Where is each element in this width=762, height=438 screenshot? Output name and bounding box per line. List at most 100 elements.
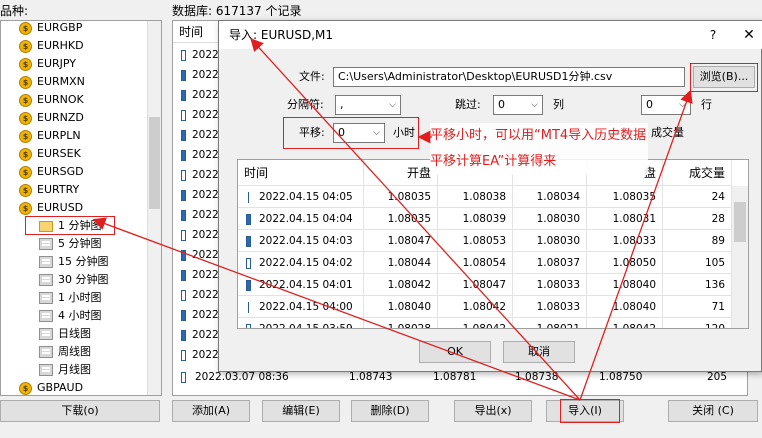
row-time: 2022 bbox=[192, 49, 219, 61]
grid-cell-close: 1.08040 bbox=[587, 274, 663, 296]
import-button-highlight bbox=[560, 399, 620, 423]
close-button[interactable]: 关闭 (C) bbox=[668, 400, 758, 422]
grid-cell-high: 1.08053 bbox=[438, 230, 513, 252]
grid-cell-low: 1.08033 bbox=[513, 296, 587, 318]
candle-icon bbox=[181, 349, 186, 361]
grid-cell-value: 2022.04.15 04:05 bbox=[259, 191, 353, 203]
grid-header-time[interactable]: 时间 bbox=[238, 160, 364, 186]
tree-item-eursek[interactable]: $ EURSEK bbox=[19, 145, 81, 163]
tree-item-eursgd[interactable]: $ EURSGD bbox=[19, 163, 84, 181]
preview-grid[interactable]: 时间 开盘 盘 成交量 2022.04.15 04:05 1.08035 1.080… bbox=[237, 159, 749, 329]
grid-cell-value: 1.08050 bbox=[612, 257, 656, 269]
currency-icon: $ bbox=[19, 381, 32, 395]
grid-cell-high: 1.08042 bbox=[438, 318, 513, 329]
tree-item-eurgbp[interactable]: $ EURGBP bbox=[19, 21, 82, 37]
candle-icon bbox=[181, 289, 186, 301]
grid-header-open[interactable]: 开盘 bbox=[364, 160, 438, 186]
grid-cell-value: 1.08053 bbox=[462, 235, 506, 247]
grid-cell-value: 1.08035 bbox=[387, 213, 431, 225]
ok-button[interactable]: OK bbox=[419, 341, 491, 363]
tree-item-eurusd[interactable]: $ EURUSD bbox=[19, 199, 83, 217]
chart-icon bbox=[39, 310, 53, 322]
grid-row[interactable]: 2022.04.15 03:59 1.08028 1.08042 1.08021 1.0… bbox=[238, 318, 748, 329]
add-button[interactable]: 添加(A) bbox=[172, 400, 250, 422]
tree-item-1-小时图[interactable]: 1 小时图 bbox=[39, 289, 102, 307]
tree-item-15-分钟图[interactable]: 15 分钟图 bbox=[39, 253, 109, 271]
candle-icon bbox=[246, 323, 251, 328]
grid-cell-value: 1.08042 bbox=[387, 279, 431, 291]
grid-cell-value: 1.08031 bbox=[612, 213, 656, 225]
tree-item-eurnzd[interactable]: $ EURNZD bbox=[19, 109, 84, 127]
skip-columns-select[interactable]: 0 ⌵ bbox=[493, 95, 543, 115]
grid-cell-value: 1.08054 bbox=[462, 257, 506, 269]
grid-row[interactable]: 2022.04.15 04:02 1.08044 1.08054 1.08037 1.0… bbox=[238, 252, 748, 274]
tree-item-4-小时图[interactable]: 4 小时图 bbox=[39, 307, 102, 325]
skip-label: 跳过: bbox=[455, 98, 481, 111]
grid-cell-value: 1.08030 bbox=[536, 213, 580, 225]
candle-icon bbox=[246, 213, 251, 225]
delete-button[interactable]: 删除(D) bbox=[351, 400, 429, 422]
tree-item-gbpaud[interactable]: $ GBPAUD bbox=[19, 379, 83, 395]
tree-item-日线图[interactable]: 日线图 bbox=[39, 325, 91, 343]
chart-icon bbox=[39, 274, 53, 286]
tree-item-eurjpy[interactable]: $ EURJPY bbox=[19, 55, 76, 73]
grid-row[interactable]: 2022.04.15 04:01 1.08042 1.08047 1.08033 1.0… bbox=[238, 274, 748, 296]
import-dialog: 导入: EURUSD,M1 ? ✕ 文件: C:\Users\Administr… bbox=[218, 20, 762, 372]
chevron-down-icon: ⌵ bbox=[389, 100, 396, 110]
tree-item-月线图[interactable]: 月线图 bbox=[39, 361, 91, 379]
tree-item-eurtry[interactable]: $ EURTRY bbox=[19, 181, 79, 199]
grid-cell-open: 1.08035 bbox=[364, 186, 438, 208]
candle-icon bbox=[246, 279, 251, 291]
tree-item-eurnok[interactable]: $ EURNOK bbox=[19, 91, 84, 109]
grid-row[interactable]: 2022.04.15 04:00 1.08040 1.08042 1.08033 1.0… bbox=[238, 296, 748, 318]
tree-item-周线图[interactable]: 周线图 bbox=[39, 343, 91, 361]
tree-item-eurpln[interactable]: $ EURPLN bbox=[19, 127, 81, 145]
tree-item-30-分钟图[interactable]: 30 分钟图 bbox=[39, 271, 109, 289]
file-path-input[interactable]: C:\Users\Administrator\Desktop\EURUSD1分钟… bbox=[333, 67, 685, 87]
tree-scroll-thumb[interactable] bbox=[149, 117, 160, 209]
grid-cell-open: 1.08028 bbox=[364, 318, 438, 328]
tree-item-5-分钟图[interactable]: 5 分钟图 bbox=[39, 235, 102, 253]
grid-cell-volume: 120 bbox=[663, 318, 732, 328]
row-time: 2022 bbox=[192, 269, 219, 281]
tree-item-label: EURMXN bbox=[37, 75, 85, 88]
grid-scrollbar[interactable] bbox=[732, 186, 748, 328]
grid-cell-value: 1.08042 bbox=[462, 323, 506, 329]
grid-cell-volume: 28 bbox=[663, 208, 732, 230]
grid-row[interactable]: 2022.04.15 04:04 1.08035 1.08039 1.08030 1.0… bbox=[238, 208, 748, 230]
volume-checkbox-label[interactable]: 成交量 bbox=[651, 123, 684, 143]
grid-scroll-thumb[interactable] bbox=[734, 202, 746, 242]
tree-scrollbar[interactable] bbox=[147, 21, 161, 395]
close-icon[interactable]: ✕ bbox=[739, 21, 759, 49]
tree-item-label: 5 分钟图 bbox=[58, 237, 102, 250]
candle-icon bbox=[181, 169, 186, 181]
currency-icon: $ bbox=[19, 21, 32, 35]
currency-icon: $ bbox=[19, 129, 32, 143]
grid-cell-time: 2022.04.15 04:03 bbox=[238, 230, 364, 252]
tree-item-label: EURSGD bbox=[37, 165, 84, 178]
export-button[interactable]: 导出(x) bbox=[454, 400, 532, 422]
currency-icon: $ bbox=[19, 57, 32, 71]
skip-rows-select[interactable]: 0 ⌵ bbox=[641, 95, 691, 115]
row-time: 2022 bbox=[192, 229, 219, 241]
separator-select[interactable]: , ⌵ bbox=[335, 95, 401, 115]
grid-cell-value: 2022.04.15 04:01 bbox=[259, 279, 353, 291]
candle-icon bbox=[248, 191, 249, 203]
grid-cell-low: 1.08033 bbox=[513, 274, 587, 296]
grid-row[interactable]: 2022.04.15 04:05 1.08035 1.08038 1.08034 1.0… bbox=[238, 186, 748, 208]
tree-item-eurmxn[interactable]: $ EURMXN bbox=[19, 73, 85, 91]
grid-cell-value: 1.08044 bbox=[387, 257, 431, 269]
chart-icon bbox=[39, 364, 53, 376]
candle-icon bbox=[248, 301, 249, 313]
download-button[interactable]: 下载(o) bbox=[0, 400, 160, 422]
database-records-label: 数据库: 617137 个记录 bbox=[172, 4, 302, 18]
help-icon[interactable]: ? bbox=[703, 21, 723, 49]
tree-item-eurhkd[interactable]: $ EURHKD bbox=[19, 37, 84, 55]
grid-header-volume[interactable]: 成交量 bbox=[663, 160, 732, 186]
cancel-button[interactable]: 取消 bbox=[503, 341, 575, 363]
edit-button[interactable]: 编辑(E) bbox=[262, 400, 340, 422]
tree-item-label: 30 分钟图 bbox=[58, 273, 109, 286]
symbol-tree[interactable]: $ EURGBP $ EURHKD $ EURJPY $ EURMXN $ EURNOK $ EURN… bbox=[0, 20, 162, 396]
annotation-note: 平移小时，可以用“MT4导入历史数据平移计算EA”计算得来 bbox=[430, 123, 648, 175]
grid-row[interactable]: 2022.04.15 04:03 1.08047 1.08053 1.08030 1.0… bbox=[238, 230, 748, 252]
